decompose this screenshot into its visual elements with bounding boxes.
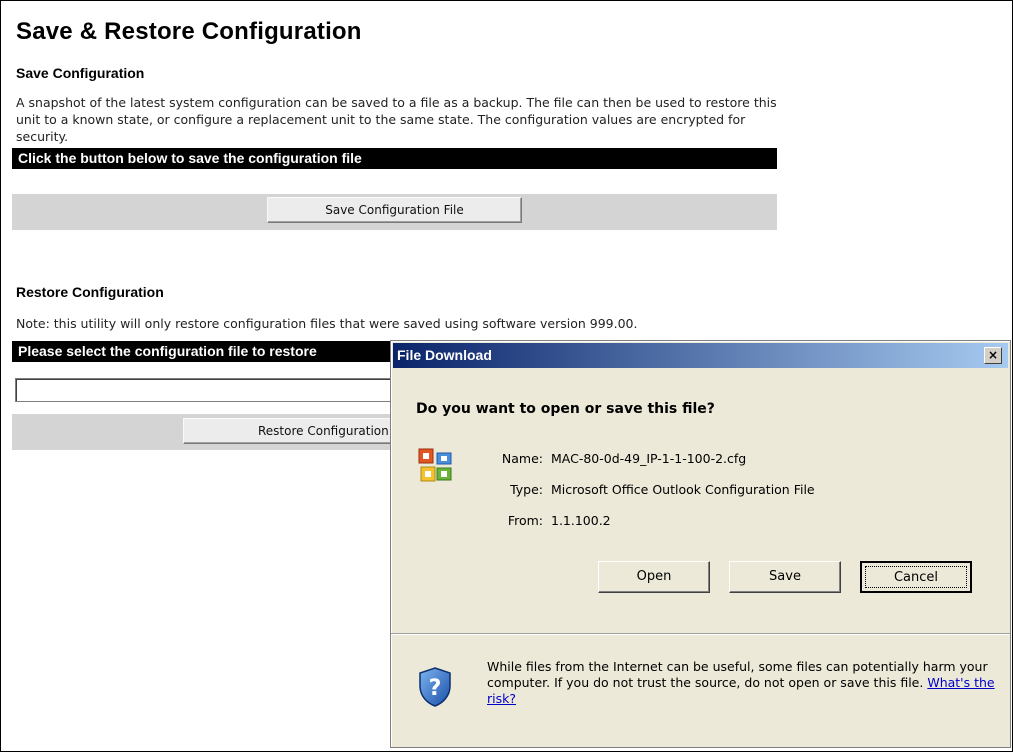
dialog-open-button[interactable]: Open bbox=[598, 561, 710, 593]
dialog-type-label: Type: bbox=[510, 482, 543, 497]
restore-file-input[interactable] bbox=[15, 378, 397, 402]
security-shield-question-icon: ? bbox=[419, 667, 451, 707]
save-instruction-bar: Click the button below to save the confi… bbox=[12, 148, 777, 169]
dialog-name-label: Name: bbox=[501, 451, 543, 466]
dialog-type-value: Microsoft Office Outlook Configuration F… bbox=[551, 482, 815, 497]
restore-section-note: Note: this utility will only restore con… bbox=[16, 316, 638, 331]
save-section-description: A snapshot of the latest system configur… bbox=[16, 95, 777, 144]
dialog-question: Do you want to open or save this file? bbox=[416, 401, 715, 417]
close-icon: × bbox=[987, 348, 999, 362]
warning-message: While files from the Internet can be use… bbox=[487, 659, 988, 690]
dialog-warning-text: While files from the Internet can be use… bbox=[487, 659, 997, 707]
svg-text:?: ? bbox=[429, 676, 442, 701]
cancel-button-focus: Cancel bbox=[865, 566, 967, 588]
save-section-heading: Save Configuration bbox=[16, 65, 145, 81]
dialog-save-button[interactable]: Save bbox=[729, 561, 841, 593]
page-title: Save & Restore Configuration bbox=[16, 18, 362, 45]
dialog-cancel-button[interactable]: Cancel bbox=[860, 561, 972, 593]
dialog-titlebar[interactable]: File Download × bbox=[393, 343, 1008, 368]
cancel-button-label: Cancel bbox=[893, 570, 939, 585]
dialog-name-value: MAC-80-0d-49_IP-1-1-100-2.cfg bbox=[551, 451, 747, 466]
restore-configuration-button[interactable]: Restore Configuration bbox=[183, 418, 403, 444]
dialog-separator bbox=[391, 633, 1010, 635]
save-configuration-file-button[interactable]: Save Configuration File bbox=[267, 197, 522, 223]
save-button-label: Save bbox=[769, 569, 801, 584]
restore-section-heading: Restore Configuration bbox=[16, 284, 164, 300]
dialog-from-label: From: bbox=[507, 513, 543, 528]
open-button-label: Open bbox=[636, 569, 672, 584]
dialog-from-value: 1.1.100.2 bbox=[551, 513, 611, 528]
dialog-title: File Download bbox=[397, 347, 492, 363]
file-download-dialog: File Download × Do you want to open or s… bbox=[390, 340, 1011, 748]
dialog-close-button[interactable]: × bbox=[984, 347, 1002, 364]
outlook-config-file-icon bbox=[418, 448, 452, 482]
restore-instruction-bar: Please select the configuration file to … bbox=[12, 341, 402, 362]
